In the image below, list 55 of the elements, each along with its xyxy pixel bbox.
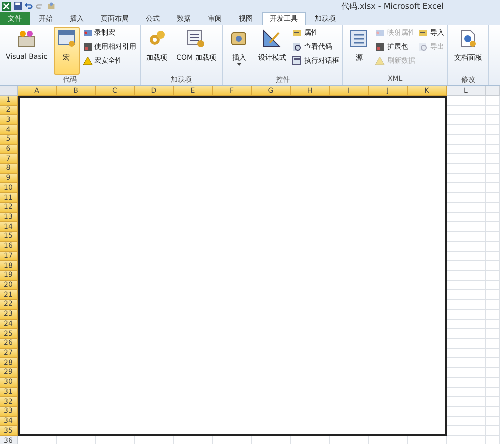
sheet-cell[interactable] — [486, 270, 500, 281]
dialog-icon — [292, 56, 302, 66]
sheet-cell[interactable] — [486, 300, 500, 310]
grid-icon — [82, 42, 93, 52]
sheet-cell[interactable] — [486, 174, 500, 184]
select-all-corner[interactable] — [0, 86, 18, 96]
warning-icon — [375, 56, 386, 66]
sheet-cell[interactable] — [486, 106, 500, 116]
source-icon — [349, 29, 370, 49]
sheet-cell[interactable] — [486, 378, 500, 388]
sheet-cell[interactable] — [486, 280, 500, 290]
sheet-cell[interactable] — [486, 397, 500, 407]
sheet-cell[interactable] — [486, 115, 500, 126]
save-icon[interactable] — [14, 2, 22, 10]
undo-icon[interactable] — [25, 2, 33, 10]
sheet-cell[interactable] — [486, 416, 500, 426]
sheet-cell[interactable] — [486, 320, 500, 330]
sheet-cell[interactable] — [486, 164, 500, 174]
sheet-cell[interactable] — [486, 290, 500, 300]
sheet-cell[interactable] — [486, 426, 500, 436]
sheet-cell[interactable] — [486, 310, 500, 320]
sheet-cell[interactable] — [486, 388, 500, 398]
warning-icon — [82, 56, 93, 66]
excel-logo-icon — [2, 2, 11, 10]
sheet-cell[interactable] — [486, 232, 500, 242]
properties-icon — [418, 28, 428, 38]
sheet-cell[interactable] — [486, 154, 500, 164]
sheet-cell[interactable] — [486, 212, 500, 222]
sheet-cell[interactable] — [486, 252, 500, 262]
sheet-cell[interactable] — [486, 348, 500, 358]
sheet-cell[interactable] — [486, 96, 500, 106]
sheet-cell[interactable] — [486, 261, 500, 271]
record-icon — [375, 28, 386, 38]
sheet-cell[interactable] — [486, 183, 500, 194]
ruler-pencil-icon — [262, 29, 282, 49]
sheet-cell[interactable] — [486, 134, 500, 145]
sheet-cell[interactable] — [486, 202, 500, 213]
sheet-cell[interactable] — [486, 222, 500, 232]
record-icon — [82, 28, 93, 38]
sheet-cell[interactable] — [486, 407, 500, 417]
properties-icon — [292, 28, 302, 38]
sheet-cell[interactable] — [486, 193, 500, 203]
sheet-cell[interactable] — [486, 358, 500, 368]
column-header[interactable] — [486, 86, 500, 96]
list-gear-icon — [186, 29, 206, 49]
redo-icon[interactable] — [36, 2, 44, 10]
sheet-cell[interactable] — [486, 144, 500, 154]
macro-icon — [56, 29, 77, 49]
sheet-cell[interactable] — [486, 368, 500, 378]
sheet-cell[interactable] — [486, 338, 500, 349]
sheet-cell[interactable] — [486, 329, 500, 339]
grid-icon — [375, 42, 386, 52]
window-title: 代码.xlsx - Microsoft Excel — [341, 0, 444, 12]
sheet-cell[interactable] — [486, 242, 500, 252]
sheet-cell[interactable] — [486, 125, 500, 135]
